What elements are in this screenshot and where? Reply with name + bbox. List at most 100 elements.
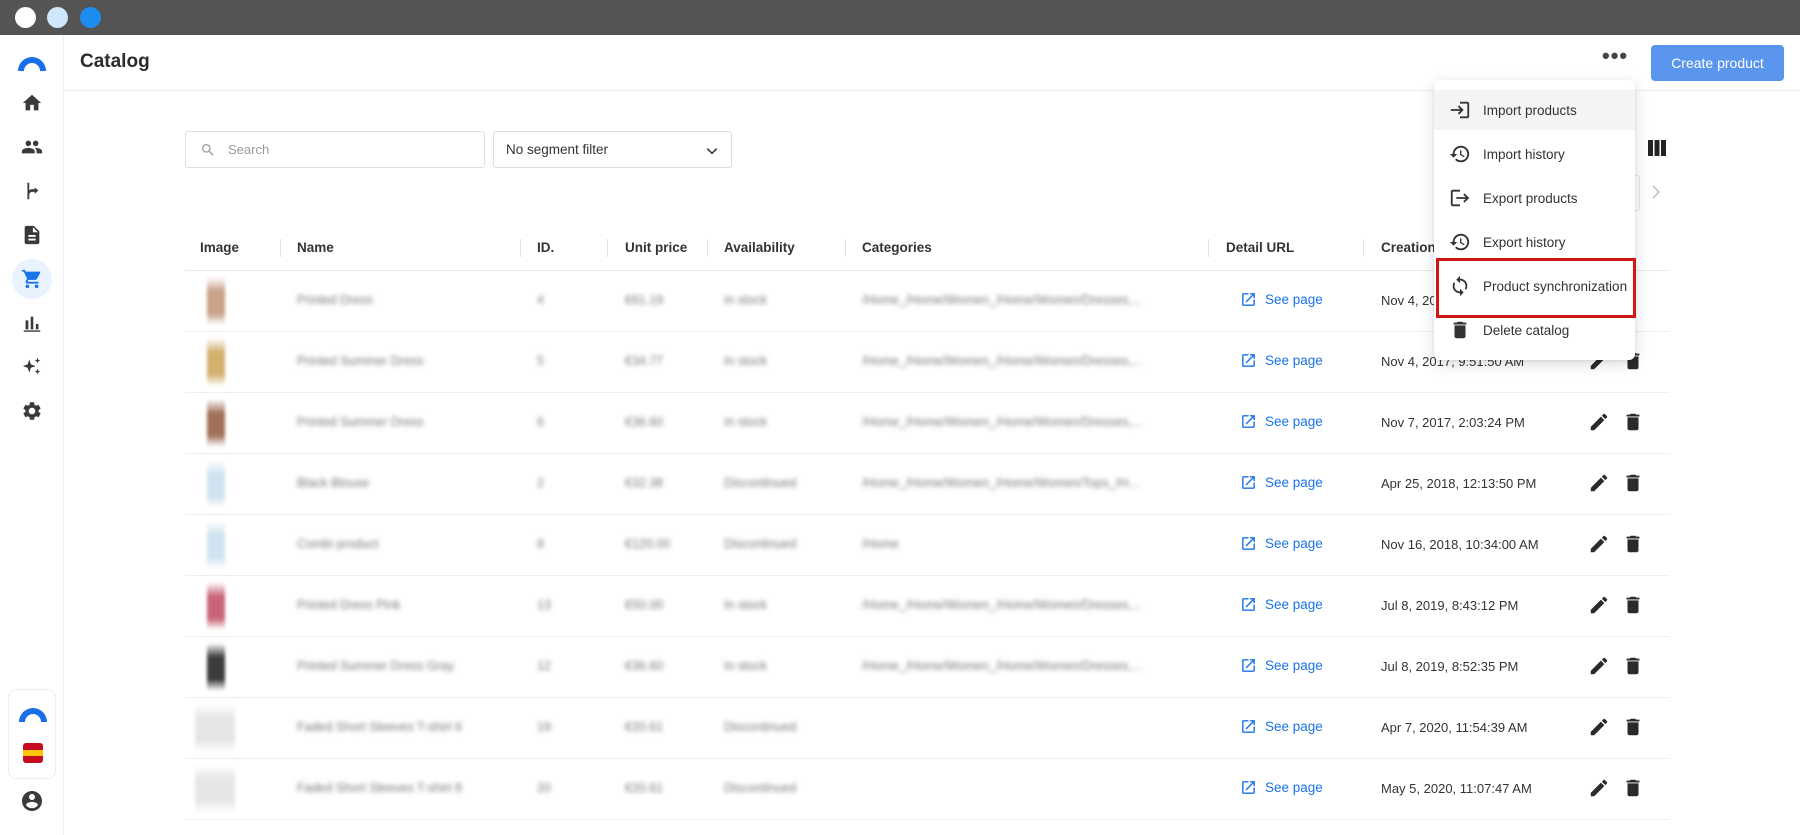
delete-button[interactable] bbox=[1622, 594, 1644, 616]
see-page-link[interactable]: See page bbox=[1240, 718, 1323, 735]
column-header-name[interactable]: Name bbox=[297, 240, 334, 255]
column-header-image[interactable]: Image bbox=[200, 240, 239, 255]
sidebar-item-ai[interactable] bbox=[12, 347, 52, 387]
table-row[interactable]: Faded Short Sleeves T-shirt 8 20 €20.61 Dis… bbox=[185, 759, 1670, 820]
see-page-link[interactable]: See page bbox=[1240, 657, 1323, 674]
product-id: 20 bbox=[537, 781, 551, 795]
product-categories: /Home_/Home/Women_/Home/Women/Dresses,..… bbox=[862, 415, 1143, 429]
menu-item-export-history[interactable]: Export history bbox=[1434, 222, 1635, 262]
brand-logo-icon[interactable] bbox=[16, 53, 48, 73]
sidebar-item-documents[interactable] bbox=[12, 215, 52, 255]
column-divider[interactable] bbox=[1208, 239, 1209, 257]
see-page-label: See page bbox=[1265, 658, 1323, 673]
see-page-link[interactable]: See page bbox=[1240, 596, 1323, 613]
delete-button[interactable] bbox=[1622, 716, 1644, 738]
search-input[interactable] bbox=[228, 142, 458, 157]
user-avatar-icon[interactable] bbox=[20, 789, 44, 813]
see-page-link[interactable]: See page bbox=[1240, 535, 1323, 552]
sidebar-item-automation[interactable] bbox=[12, 171, 52, 211]
product-categories: /Home_/Home/Women_/Home/Women/Tops_/H... bbox=[862, 476, 1139, 490]
edit-button[interactable] bbox=[1588, 716, 1610, 738]
sidebar-item-settings[interactable] bbox=[12, 391, 52, 431]
columns-icon[interactable] bbox=[1648, 140, 1666, 156]
edit-button[interactable] bbox=[1588, 777, 1610, 799]
delete-button[interactable] bbox=[1622, 411, 1644, 433]
create-product-button[interactable]: Create product bbox=[1651, 45, 1784, 81]
product-price: €36.60 bbox=[625, 415, 664, 429]
product-thumbnail bbox=[195, 765, 235, 813]
history-icon bbox=[1449, 145, 1470, 163]
table-row[interactable]: Combi product 8 €120.00 Discontinued/Home Se… bbox=[185, 515, 1670, 576]
product-name: Combi product bbox=[297, 537, 379, 551]
menu-item-label: Export products bbox=[1483, 190, 1578, 206]
column-header-unit-price[interactable]: Unit price bbox=[625, 240, 687, 255]
workspace-switcher[interactable] bbox=[8, 689, 56, 779]
product-created: Jul 8, 2019, 8:52:35 PM bbox=[1381, 659, 1519, 674]
column-divider[interactable] bbox=[707, 239, 708, 257]
column-divider[interactable] bbox=[845, 239, 846, 257]
sidebar-item-reports[interactable] bbox=[12, 303, 52, 343]
edit-button[interactable] bbox=[1588, 411, 1610, 433]
see-page-label: See page bbox=[1265, 719, 1323, 734]
product-availability: Discontinued bbox=[724, 537, 797, 551]
see-page-link[interactable]: See page bbox=[1240, 413, 1323, 430]
spain-flag-icon[interactable] bbox=[23, 743, 43, 763]
more-options-menu: Import products Import history Export pr… bbox=[1434, 80, 1635, 360]
column-divider[interactable] bbox=[1363, 239, 1364, 257]
product-price: €20.61 bbox=[625, 781, 664, 795]
column-header-id[interactable]: ID. bbox=[537, 240, 554, 255]
column-divider[interactable] bbox=[607, 239, 608, 257]
column-header-detail-url[interactable]: Detail URL bbox=[1226, 240, 1294, 255]
menu-item-import-history[interactable]: Import history bbox=[1434, 134, 1635, 174]
more-options-button[interactable]: ••• bbox=[1602, 45, 1628, 73]
table-row[interactable]: Printed Dress Pink 13 €50.00 In stock/Home_… bbox=[185, 576, 1670, 637]
column-divider[interactable] bbox=[280, 239, 281, 257]
menu-item-export-products[interactable]: Export products bbox=[1434, 178, 1635, 218]
product-created: Apr 7, 2020, 11:54:39 AM bbox=[1381, 720, 1528, 735]
delete-button[interactable] bbox=[1622, 533, 1644, 555]
edit-button[interactable] bbox=[1588, 472, 1610, 494]
segment-filter-select[interactable]: No segment filter bbox=[493, 131, 732, 168]
flow-icon bbox=[27, 182, 39, 200]
delete-button[interactable] bbox=[1622, 472, 1644, 494]
window-minimize-dot[interactable] bbox=[47, 7, 68, 28]
table-row[interactable]: Black Blouse 2 €32.38 Discontinued/Home_/Ho… bbox=[185, 454, 1670, 515]
pencil-icon bbox=[1588, 352, 1610, 376]
see-page-label: See page bbox=[1265, 475, 1323, 490]
product-created: Apr 25, 2018, 12:13:50 PM bbox=[1381, 476, 1537, 491]
people-icon bbox=[21, 140, 43, 154]
product-name: Printed Summer Dress bbox=[297, 415, 424, 429]
chevron-right-icon[interactable] bbox=[1648, 182, 1664, 202]
edit-button[interactable] bbox=[1588, 533, 1610, 555]
search-field[interactable] bbox=[185, 131, 485, 168]
edit-button[interactable] bbox=[1588, 594, 1610, 616]
see-page-label: See page bbox=[1265, 353, 1323, 368]
table-row[interactable]: Printed Summer Dress 6 €36.60 In stock/Home… bbox=[185, 393, 1670, 454]
table-row[interactable]: Printed Summer Dress Gray 12 €36.60 In stoc… bbox=[185, 637, 1670, 698]
menu-item-label: Import products bbox=[1483, 102, 1577, 118]
sidebar-item-home[interactable] bbox=[12, 83, 52, 123]
column-header-availability[interactable]: Availability bbox=[724, 240, 795, 255]
see-page-link[interactable]: See page bbox=[1240, 779, 1323, 796]
window-maximize-dot[interactable] bbox=[80, 7, 101, 28]
sidebar-item-catalog[interactable] bbox=[12, 259, 52, 299]
menu-item-import-products[interactable]: Import products bbox=[1434, 90, 1635, 130]
column-header-categories[interactable]: Categories bbox=[862, 240, 932, 255]
column-header-creation[interactable]: Creation bbox=[1381, 240, 1436, 255]
product-availability: In stock bbox=[724, 354, 768, 368]
column-divider[interactable] bbox=[520, 239, 521, 257]
delete-button[interactable] bbox=[1622, 655, 1644, 677]
delete-button[interactable] bbox=[1622, 777, 1644, 799]
highlight-box bbox=[1436, 258, 1636, 318]
window-close-dot[interactable] bbox=[15, 7, 36, 28]
pencil-icon bbox=[1588, 657, 1610, 681]
see-page-link[interactable]: See page bbox=[1240, 291, 1323, 308]
see-page-link[interactable]: See page bbox=[1240, 474, 1323, 491]
sidebar-item-contacts[interactable] bbox=[12, 127, 52, 167]
edit-button[interactable] bbox=[1588, 655, 1610, 677]
product-id: 2 bbox=[537, 476, 544, 490]
pencil-icon bbox=[1588, 596, 1610, 620]
table-row[interactable]: Faded Short Sleeves T-shirt 6 19 €20.61 Dis… bbox=[185, 698, 1670, 759]
see-page-link[interactable]: See page bbox=[1240, 352, 1323, 369]
document-icon bbox=[24, 225, 40, 245]
